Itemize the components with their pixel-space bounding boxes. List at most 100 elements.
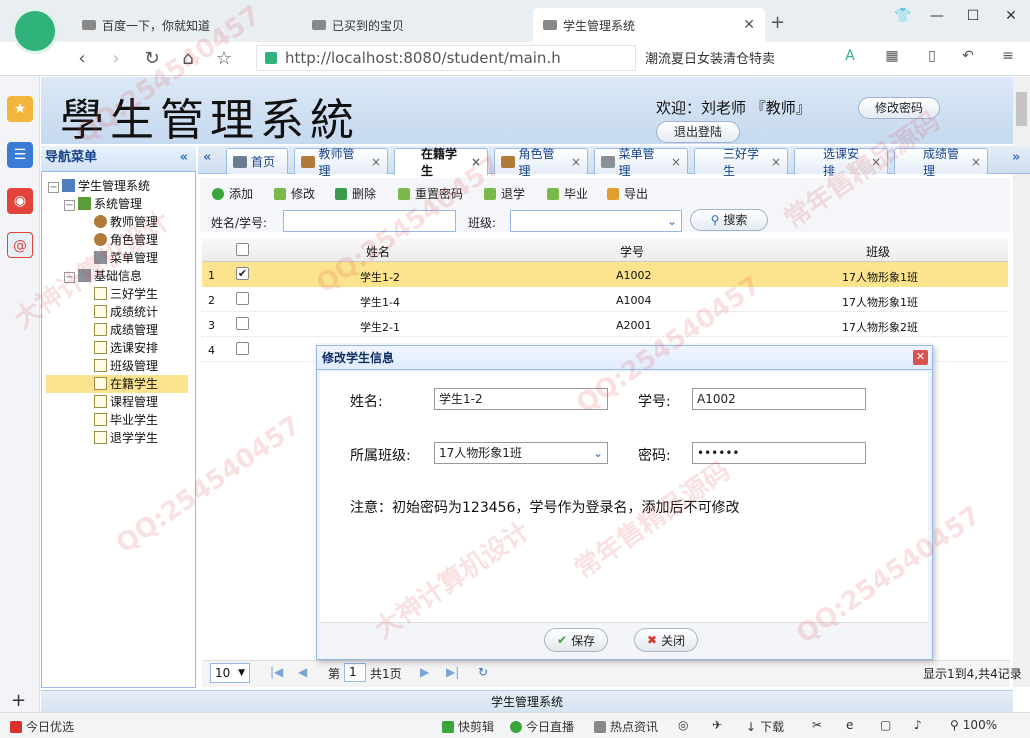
select-all-checkbox[interactable] <box>236 243 249 256</box>
reload-icon[interactable]: ↻ <box>140 48 164 69</box>
tree-item-score-stats[interactable]: 成绩统计 <box>94 303 158 321</box>
first-page-icon[interactable]: |◀ <box>270 665 283 679</box>
tab-roles[interactable]: 角色管理 × <box>494 147 588 178</box>
live-link[interactable]: 今日直播 <box>510 718 574 735</box>
tree-group-system[interactable]: − 系统管理 <box>64 195 142 213</box>
tree-item-teachers[interactable]: 教师管理 <box>94 213 158 231</box>
reset-password-button[interactable]: 重置密码 <box>398 185 463 202</box>
forward-icon[interactable]: › <box>104 48 128 69</box>
tab-enrolled[interactable]: 在籍学生 × <box>394 147 488 178</box>
tab-scroll-left-icon[interactable]: « <box>203 150 211 165</box>
delete-button[interactable]: 删除 <box>335 185 376 202</box>
browser-tab-baidu[interactable]: 百度一下，你就知道 <box>72 8 297 42</box>
address-bar[interactable]: http://localhost:8080/student/main.h <box>256 45 636 71</box>
page-number-input[interactable]: 1 <box>344 663 366 682</box>
close-button[interactable]: ✖ 关闭 <box>634 628 699 652</box>
close-tab-icon[interactable]: × <box>871 155 881 169</box>
refresh-icon[interactable]: ↻ <box>478 665 488 679</box>
search-button[interactable]: ⚲ 搜索 <box>690 209 768 231</box>
add-button[interactable]: 添加 <box>212 185 253 202</box>
close-tab-icon[interactable]: × <box>771 155 781 169</box>
daily-picks-link[interactable]: 今日优选 <box>10 718 74 735</box>
graduate-button[interactable]: 毕业 <box>547 185 588 202</box>
browser-logo-icon[interactable] <box>12 8 58 54</box>
chevron-down-icon[interactable]: ▼ <box>238 664 245 682</box>
cut-icon[interactable]: ✂ <box>812 718 822 732</box>
translate-icon[interactable]: A <box>838 48 862 64</box>
name-search-input[interactable] <box>283 210 456 232</box>
password-field[interactable]: •••••• <box>692 442 866 464</box>
close-tab-icon[interactable]: ✕ <box>743 17 755 33</box>
tree-item-course-mgmt[interactable]: 课程管理 <box>94 393 158 411</box>
reader-icon[interactable]: ▯ <box>920 48 944 64</box>
list-icon[interactable]: ☰ <box>7 142 33 168</box>
tree-item-classes[interactable]: 班级管理 <box>94 357 158 375</box>
chevron-down-icon[interactable]: ⌄ <box>667 211 677 231</box>
close-tab-icon[interactable]: × <box>471 155 481 169</box>
tree-group-basic[interactable]: − 基础信息 <box>64 267 142 285</box>
row-checkbox[interactable] <box>236 342 249 355</box>
column-header-sid[interactable]: 学号 <box>620 243 644 260</box>
chevron-down-icon[interactable]: ⌄ <box>593 443 603 463</box>
tree-item-courses-schedule[interactable]: 选课安排 <box>94 339 158 357</box>
download-link[interactable]: ↓ 下载 <box>746 718 784 735</box>
quick-clip-link[interactable]: 快剪辑 <box>442 718 494 735</box>
tree-item-dropped[interactable]: 退学学生 <box>94 429 158 447</box>
column-header-name[interactable]: 姓名 <box>366 243 390 260</box>
menu-icon[interactable]: ≡ <box>996 48 1020 64</box>
tree-item-scores[interactable]: 成绩管理 <box>94 321 158 339</box>
sid-field[interactable]: A1002 <box>692 388 866 410</box>
apps-grid-icon[interactable]: ▦ <box>880 48 904 64</box>
speed-icon[interactable]: ◎ <box>678 718 688 732</box>
collapse-toggle-icon[interactable]: − <box>64 200 75 211</box>
tree-item-graduated[interactable]: 毕业学生 <box>94 411 158 429</box>
row-checkbox[interactable]: ✔ <box>236 267 249 280</box>
page-size-select[interactable]: 10 ▼ <box>210 663 250 683</box>
change-password-button[interactable]: 修改密码 <box>858 97 940 119</box>
tree-item-merit[interactable]: 三好学生 <box>94 285 158 303</box>
browser-tab-orders[interactable]: 已买到的宝贝 <box>302 8 527 42</box>
add-sidebar-icon[interactable]: + <box>11 690 26 711</box>
collapse-nav-icon[interactable]: « <box>180 146 188 170</box>
close-window-icon[interactable]: ✕ <box>996 8 1026 24</box>
tree-item-roles[interactable]: 角色管理 <box>94 231 158 249</box>
prev-page-icon[interactable]: ◀ <box>298 665 307 679</box>
collapse-toggle-icon[interactable]: − <box>48 182 59 193</box>
logout-button[interactable]: 退出登陆 <box>656 121 740 143</box>
sound-icon[interactable]: ♪ <box>914 718 922 732</box>
tab-scroll-right-icon[interactable]: » <box>1012 150 1020 165</box>
save-button[interactable]: ✔ 保存 <box>544 628 609 652</box>
collapse-toggle-icon[interactable]: − <box>64 272 75 283</box>
close-tab-icon[interactable]: × <box>971 155 981 169</box>
tree-item-menus[interactable]: 菜单管理 <box>94 249 158 267</box>
skin-icon[interactable]: 👕 <box>888 8 918 24</box>
hot-search-text[interactable]: 潮流夏日女装清仓特卖 <box>645 48 775 67</box>
close-tab-icon[interactable]: × <box>671 155 681 169</box>
home-icon[interactable]: ⌂ <box>176 48 200 69</box>
tree-item-enrolled[interactable]: 在籍学生 <box>46 375 188 393</box>
tab-menus[interactable]: 菜单管理 × <box>594 147 688 178</box>
tab-schedule[interactable]: 选课安排 × <box>794 147 888 178</box>
tab-scores[interactable]: 成绩管理 × <box>894 147 988 178</box>
maximize-icon[interactable]: ☐ <box>958 8 988 24</box>
undo-icon[interactable]: ↶ <box>956 48 980 64</box>
browser-tab-student[interactable]: 学生管理系统 ✕ <box>533 8 765 42</box>
close-tab-icon[interactable]: × <box>371 155 381 169</box>
next-page-icon[interactable]: ▶ <box>420 665 429 679</box>
edit-button[interactable]: 修改 <box>274 185 315 202</box>
window-icon[interactable]: ▢ <box>880 718 891 732</box>
row-checkbox[interactable] <box>236 317 249 330</box>
tab-home[interactable]: 首页 <box>226 148 288 174</box>
mail-icon[interactable]: @ <box>7 232 33 258</box>
tab-merit[interactable]: 三好学生 × <box>694 147 788 178</box>
scrollbar-thumb[interactable] <box>1016 92 1027 126</box>
minimize-icon[interactable]: — <box>922 8 952 24</box>
weibo-icon[interactable]: ◉ <box>7 188 33 214</box>
last-page-icon[interactable]: ▶| <box>446 665 459 679</box>
close-dialog-icon[interactable]: ✕ <box>913 350 928 365</box>
news-link[interactable]: 热点资讯 <box>594 718 658 735</box>
drop-out-button[interactable]: 退学 <box>484 185 525 202</box>
new-tab-button[interactable]: + <box>770 12 785 33</box>
pin-icon[interactable]: ✈ <box>712 718 722 732</box>
tree-root[interactable]: − 学生管理系统 <box>48 177 150 195</box>
